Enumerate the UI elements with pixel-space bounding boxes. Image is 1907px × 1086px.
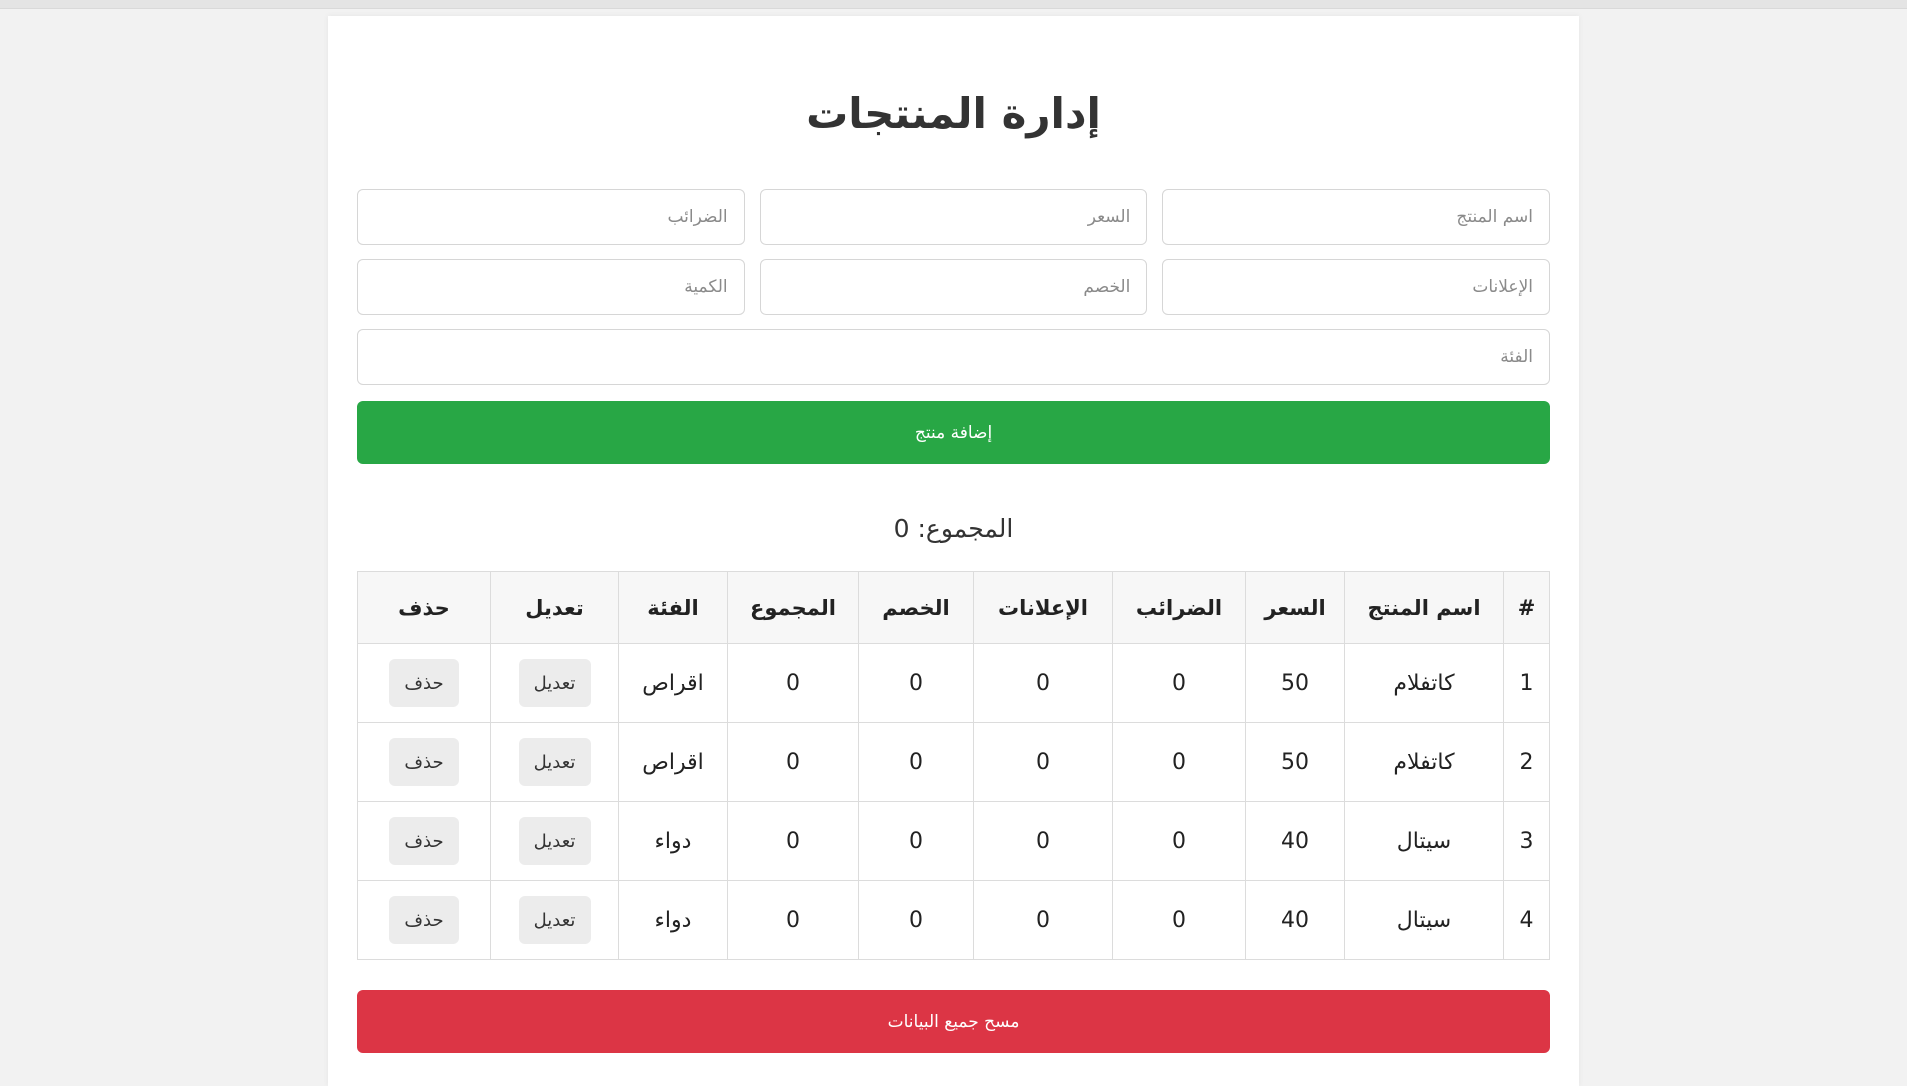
cell-taxes: 0	[1112, 880, 1246, 960]
cell-category: دواء	[618, 801, 728, 881]
cell-delete: حذف	[357, 722, 491, 802]
cell-taxes: 0	[1112, 643, 1246, 723]
cell-total: 0	[727, 801, 859, 881]
edit-button[interactable]: تعديل	[518, 896, 591, 944]
cell-ads: 0	[973, 722, 1113, 802]
delete-button[interactable]: حذف	[389, 817, 459, 865]
cell-price: 50	[1245, 722, 1345, 802]
cell-product-name: كاتفلام	[1344, 643, 1504, 723]
cell-index: 1	[1503, 643, 1550, 723]
product-form: اسم المنتج السعر الضرائب الإعلانات الخصم…	[357, 189, 1550, 385]
table-row: 3 سيتال 40 0 0 0 0 دواء تعديل حذف	[357, 801, 1550, 881]
header-index: #	[1503, 571, 1550, 644]
cell-category: دواء	[618, 880, 728, 960]
table-header-row: # اسم المنتج السعر الضرائب الإعلانات الخ…	[357, 571, 1550, 644]
total-display: المجموع: 0	[893, 514, 1014, 543]
browser-top-edge	[0, 0, 1907, 9]
cell-ads: 0	[973, 880, 1113, 960]
header-delete: حذف	[357, 571, 491, 644]
cell-discount: 0	[858, 722, 974, 802]
cell-product-name: سيتال	[1344, 801, 1504, 881]
cell-total: 0	[727, 643, 859, 723]
cell-price: 40	[1245, 801, 1345, 881]
quantity-input[interactable]: الكمية	[357, 259, 745, 315]
cell-product-name: سيتال	[1344, 880, 1504, 960]
cell-edit: تعديل	[490, 880, 619, 960]
cell-edit: تعديل	[490, 643, 619, 723]
cell-discount: 0	[858, 880, 974, 960]
ads-input[interactable]: الإعلانات	[1162, 259, 1550, 315]
page-title: إدارة المنتجات	[806, 89, 1101, 138]
cell-total: 0	[727, 880, 859, 960]
edit-button[interactable]: تعديل	[518, 817, 591, 865]
product-name-input[interactable]: اسم المنتج	[1162, 189, 1550, 245]
cell-edit: تعديل	[490, 801, 619, 881]
header-total: المجموع	[727, 571, 859, 644]
header-discount: الخصم	[858, 571, 974, 644]
delete-button[interactable]: حذف	[389, 659, 459, 707]
discount-input[interactable]: الخصم	[759, 259, 1148, 315]
header-taxes: الضرائب	[1112, 571, 1246, 644]
cell-ads: 0	[973, 643, 1113, 723]
header-product-name: اسم المنتج	[1344, 571, 1504, 644]
cell-discount: 0	[858, 643, 974, 723]
table-row: 4 سيتال 40 0 0 0 0 دواء تعديل حذف	[357, 880, 1550, 960]
price-input[interactable]: السعر	[759, 189, 1148, 245]
edit-button[interactable]: تعديل	[518, 659, 591, 707]
products-card: إدارة المنتجات اسم المنتج السعر الضرائب …	[328, 16, 1579, 1086]
header-ads: الإعلانات	[973, 571, 1113, 644]
cell-discount: 0	[858, 801, 974, 881]
cell-category: اقراص	[618, 722, 728, 802]
clear-all-button[interactable]: مسح جميع البيانات	[357, 990, 1550, 1053]
header-price: السعر	[1245, 571, 1345, 644]
table-row: 2 كاتفلام 50 0 0 0 0 اقراص تعديل حذف	[357, 722, 1550, 802]
cell-delete: حذف	[357, 801, 491, 881]
cell-delete: حذف	[357, 643, 491, 723]
cell-index: 2	[1503, 722, 1550, 802]
cell-total: 0	[727, 722, 859, 802]
products-table: # اسم المنتج السعر الضرائب الإعلانات الخ…	[357, 571, 1550, 960]
taxes-input[interactable]: الضرائب	[357, 189, 745, 245]
cell-edit: تعديل	[490, 722, 619, 802]
cell-price: 50	[1245, 643, 1345, 723]
cell-index: 4	[1503, 880, 1550, 960]
cell-delete: حذف	[357, 880, 491, 960]
cell-index: 3	[1503, 801, 1550, 881]
delete-button[interactable]: حذف	[389, 738, 459, 786]
header-category: الفئة	[618, 571, 728, 644]
cell-price: 40	[1245, 880, 1345, 960]
add-product-button[interactable]: إضافة منتج	[357, 401, 1550, 464]
cell-category: اقراص	[618, 643, 728, 723]
cell-taxes: 0	[1112, 722, 1246, 802]
delete-button[interactable]: حذف	[389, 896, 459, 944]
header-edit: تعديل	[490, 571, 619, 644]
cell-ads: 0	[973, 801, 1113, 881]
edit-button[interactable]: تعديل	[518, 738, 591, 786]
cell-taxes: 0	[1112, 801, 1246, 881]
category-input[interactable]: الفئة	[357, 329, 1550, 385]
cell-product-name: كاتفلام	[1344, 722, 1504, 802]
table-row: 1 كاتفلام 50 0 0 0 0 اقراص تعديل حذف	[357, 643, 1550, 723]
